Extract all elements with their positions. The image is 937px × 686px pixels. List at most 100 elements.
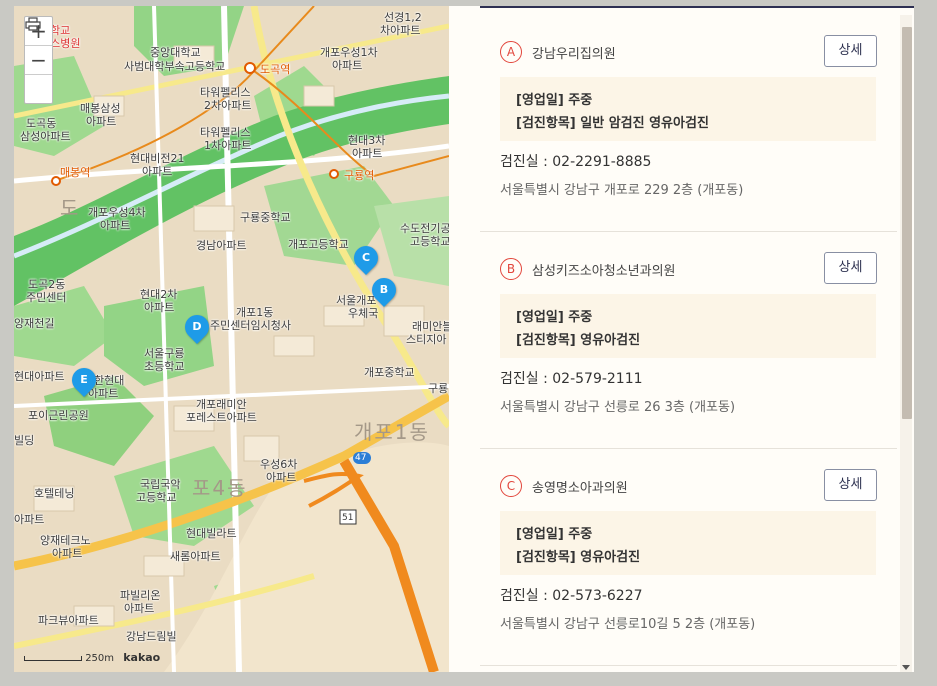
label-dogok2-center: 주민센터 [26, 291, 67, 304]
clinic-header: A 강남우리집의원 [500, 40, 616, 64]
label-post-office: 우체국 [348, 307, 379, 320]
label-building: 빌딩 [14, 434, 35, 447]
label-woosung4-apt: 아파트 [100, 219, 131, 232]
business-days: [영업일] 주중 [516, 310, 593, 325]
label-techno-apt: 아파트 [52, 547, 83, 560]
label-gyeongnam: 경남아파트 [196, 239, 247, 252]
label-hyundai2: 현대2차 [140, 288, 178, 301]
detail-button[interactable]: 상세 [824, 252, 877, 284]
business-days: [영업일] 주중 [516, 527, 593, 542]
detail-button[interactable]: 상세 [824, 469, 877, 501]
label-dreamville: 강남드림빌 [126, 630, 177, 643]
label-vision21: 현대비전21 [130, 152, 185, 165]
label-techno: 양재테크노 [40, 534, 91, 547]
label-hanhyundai: 한현대 [94, 374, 125, 387]
label-gaepo-hs: 개포고등학교 [288, 238, 349, 251]
label-maebong-samsung: 매봉삼성 [80, 102, 121, 115]
label-hyundai-villa: 현대빌라트 [186, 527, 237, 540]
label-dogok-dong: 도곡동 [26, 117, 57, 130]
clinic-item[interactable]: C 송영명소아과의원 상세 [영업일] 주중 [검진항목] 영유아검진 검진실 … [480, 449, 897, 666]
label-pavilion: 파빌리온 [120, 589, 161, 602]
label-chungang-hs: 사범대학부속고등학교 [124, 60, 226, 73]
label-hyundai3-apt: 아파트 [352, 147, 383, 160]
panel-top-border [480, 6, 914, 8]
label-woosung4: 개포우성4차 [88, 206, 146, 219]
clinic-item[interactable]: A 강남우리집의원 상세 [영업일] 주중 [검진항목] 일반 암검진 영유아검… [480, 15, 897, 232]
map-marker-e[interactable]: E [67, 363, 101, 397]
label-post: 서울개포 [336, 294, 377, 307]
scrollbar-thumb[interactable] [902, 27, 912, 419]
clinic-list[interactable]: A 강남우리집의원 상세 [영업일] 주중 [검진항목] 일반 암검진 영유아검… [480, 15, 897, 666]
clinic-name[interactable]: 강남우리집의원 [532, 43, 616, 62]
label-raemian-forest2: 포레스트아파트 [186, 411, 257, 424]
label-sudo: 수도전기공 [400, 222, 449, 235]
map-view[interactable]: 학교 상스병원 중앙대학교 사범대학부속고등학교 도곡역 개포우성1차 아파트 … [14, 6, 449, 672]
label-woosung6: 우성6차 [260, 458, 298, 471]
label-route-51: 51 [342, 513, 354, 523]
map-zoom-controls: + − [24, 16, 53, 104]
label-gaepo-ms: 개포중학교 [364, 366, 415, 379]
printer-icon [25, 17, 41, 31]
clinic-list-panel: A 강남우리집의원 상세 [영업일] 주중 [검진항목] 일반 암검진 영유아검… [449, 6, 914, 672]
label-gaepo1-center: 주민센터임시청사 [210, 319, 291, 332]
zoom-out-button[interactable]: − [25, 46, 52, 75]
exam-items: [검진항목] 영유아검진 [516, 550, 641, 565]
label-woosung1: 개포우성1차 [320, 46, 378, 59]
label-big-do: 도 [60, 196, 81, 220]
clinic-item[interactable]: B 삼성키즈소아청소년과의원 상세 [영업일] 주중 [검진항목] 영유아검진 … [480, 232, 897, 449]
clinic-name[interactable]: 삼성키즈소아청소년과의원 [532, 260, 676, 279]
map-marker-d[interactable]: D [180, 310, 214, 344]
label-hyundai-apt: 현대아파트 [14, 370, 65, 383]
clinic-address: 서울특별시 강남구 선릉로 26 3층 (개포동) [500, 400, 736, 415]
app-frame: 학교 상스병원 중앙대학교 사범대학부속고등학교 도곡역 개포우성1차 아파트 … [14, 6, 914, 672]
clinic-letter-badge: B [500, 258, 522, 280]
label-sungyung-apt: 차아파트 [380, 24, 421, 37]
label-dogok-samsung: 삼성아파트 [20, 130, 71, 143]
map-scale: 250m kakao [24, 651, 160, 664]
clinic-name[interactable]: 송영명소아과의원 [532, 477, 628, 496]
exam-items: [검진항목] 일반 암검진 영유아검진 [516, 116, 709, 131]
clinic-info-box: [영업일] 주중 [검진항목] 영유아검진 [500, 294, 876, 358]
label-vision21-apt: 아파트 [142, 165, 173, 178]
label-gugak-hs: 고등학교 [136, 491, 177, 504]
label-apt-left: 아파트 [14, 513, 45, 526]
label-big-gaepo4: 포4동 [192, 476, 248, 500]
business-days: [영업일] 주중 [516, 93, 593, 108]
label-guryong-es: 서울구룡 [144, 347, 185, 360]
label-guryong-ms: 구룡중학교 [240, 211, 291, 224]
clinic-letter-badge: A [500, 41, 522, 63]
label-chungang: 중앙대학교 [150, 46, 201, 59]
detail-button[interactable]: 상세 [824, 35, 877, 67]
exam-items: [검진항목] 영유아검진 [516, 333, 641, 348]
scroll-down-arrow-icon[interactable] [902, 665, 910, 670]
label-tower1: 타워펠리스 [200, 126, 251, 139]
clinic-address: 서울특별시 강남구 선릉로10길 5 2층 (개포동) [500, 617, 756, 632]
label-tower2-apt: 2차아파트 [204, 99, 252, 112]
label-gaepo1: 개포1동 [236, 306, 274, 319]
clinic-info-box: [영업일] 주중 [검진항목] 일반 암검진 영유아검진 [500, 77, 876, 141]
label-maebong-station: 매봉역 [60, 166, 91, 179]
label-woosung6-apt: 아파트 [266, 471, 297, 484]
label-raemian-st: 스티지아 [406, 333, 447, 346]
label-hyundai3: 현대3차 [348, 134, 386, 147]
label-school-top: 학교 [50, 24, 71, 37]
label-woosung1-apt: 아파트 [332, 59, 363, 72]
print-button[interactable] [25, 17, 52, 103]
label-sudo-hs: 고등학교 [410, 235, 449, 248]
list-scrollbar[interactable] [900, 15, 912, 672]
label-sungyung: 선경1,2 [384, 11, 422, 24]
label-saerom: 새롬아파트 [170, 550, 221, 563]
label-dogok-station: 도곡역 [260, 63, 291, 76]
map-marker-b[interactable]: B [367, 273, 401, 307]
label-parkview: 파크뷰아파트 [38, 614, 99, 627]
label-guryong-station: 구룡역 [344, 169, 375, 182]
clinic-letter-badge: C [500, 475, 522, 497]
label-tower2: 타워펠리스 [200, 86, 251, 99]
label-big-gaepo1: 개포1동 [354, 420, 430, 444]
clinic-phone: 검진실 : 02-579-2111 [500, 371, 643, 387]
label-guryong-right: 구룡 [428, 382, 449, 395]
map-marker-c[interactable]: C [349, 241, 383, 275]
label-tower1-apt: 1차아파트 [204, 139, 252, 152]
clinic-phone: 검진실 : 02-573-6227 [500, 588, 643, 604]
scale-label: 250m [85, 653, 115, 664]
